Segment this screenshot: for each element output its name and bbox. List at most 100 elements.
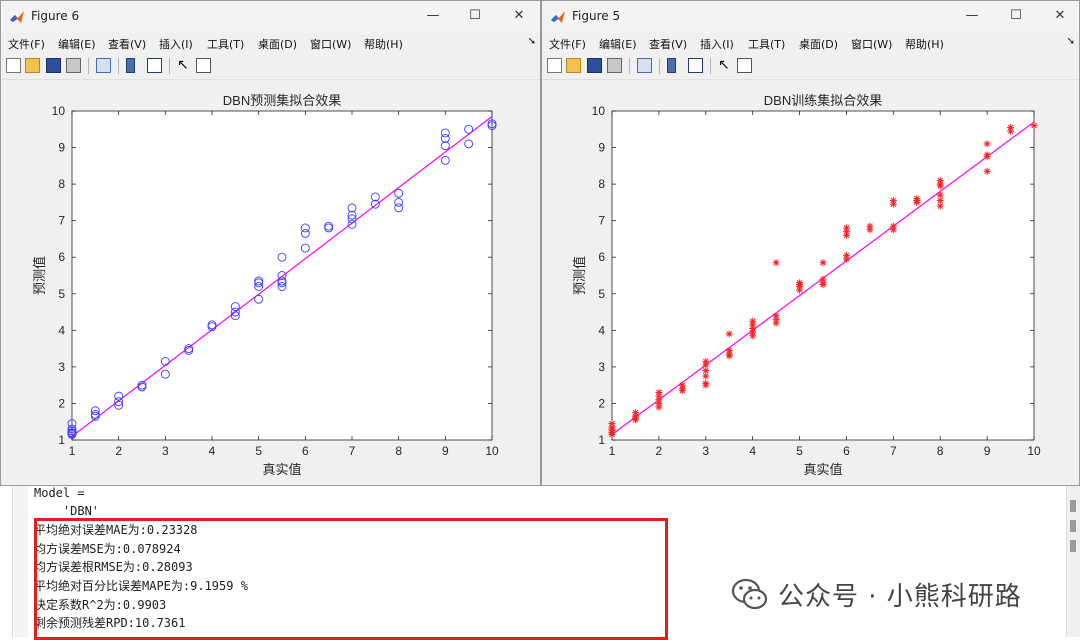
- save-icon[interactable]: [46, 58, 61, 73]
- legend-icon[interactable]: [688, 58, 703, 73]
- title-bar[interactable]: Figure 5 — ☐ ✕: [542, 1, 1079, 33]
- scrollbar-thumb[interactable]: [1070, 520, 1076, 532]
- x-tick-label: 9: [984, 444, 991, 458]
- x-tick-label: 10: [1027, 444, 1041, 458]
- matlab-logo-icon: [551, 11, 565, 23]
- print-icon[interactable]: [66, 58, 81, 73]
- menu-window[interactable]: 窗口(W): [851, 36, 892, 52]
- y-tick-label: 6: [598, 250, 605, 264]
- menu-edit[interactable]: 编辑(E): [599, 36, 637, 52]
- minimize-button[interactable]: —: [962, 7, 982, 25]
- window-title: Figure 6: [31, 9, 80, 23]
- y-tick-label: 7: [598, 214, 605, 228]
- menu-overflow-icon[interactable]: ➘: [1067, 36, 1075, 47]
- y-tick-label: 3: [58, 360, 65, 374]
- x-tick-label: 1: [69, 444, 76, 458]
- pointer-icon[interactable]: ↖: [177, 58, 192, 73]
- data-point: [1030, 122, 1038, 130]
- print-icon[interactable]: [607, 58, 622, 73]
- menu-insert[interactable]: 插入(I): [700, 36, 734, 52]
- menu-tools[interactable]: 工具(T): [207, 36, 244, 52]
- menu-insert[interactable]: 插入(I): [159, 36, 193, 52]
- toolbar-separator: [118, 58, 119, 74]
- close-button[interactable]: ✕: [1050, 7, 1070, 25]
- menu-tools[interactable]: 工具(T): [748, 36, 785, 52]
- figure-window-6[interactable]: Figure 6 — ☐ ✕ 文件(F) 编辑(E) 查看(V) 插入(I) 工…: [0, 0, 541, 486]
- link-plot-icon[interactable]: [96, 58, 111, 73]
- x-tick-label: 3: [162, 444, 169, 458]
- menu-window[interactable]: 窗口(W): [310, 36, 351, 52]
- x-tick-label: 9: [442, 444, 449, 458]
- y-tick-label: 2: [58, 396, 65, 410]
- y-axis-label: 预测值: [572, 256, 587, 295]
- matlab-logo-icon: [10, 11, 24, 23]
- command-window-gutter: [14, 480, 28, 637]
- y-tick-label: 5: [598, 287, 605, 301]
- maximize-button[interactable]: ☐: [465, 7, 485, 25]
- figure-window-5[interactable]: Figure 5 — ☐ ✕ 文件(F) 编辑(E) 查看(V) 插入(I) 工…: [541, 0, 1080, 486]
- menu-desktop[interactable]: 桌面(D): [799, 36, 838, 52]
- scrollbar-thumb[interactable]: [1070, 540, 1076, 552]
- link-plot-icon[interactable]: [637, 58, 652, 73]
- command-window-border: [12, 480, 13, 637]
- new-figure-icon[interactable]: [547, 58, 562, 73]
- colorbar-icon[interactable]: [126, 58, 135, 73]
- x-tick-label: 3: [702, 444, 709, 458]
- property-editor-icon[interactable]: [737, 58, 752, 73]
- toolbar-separator: [659, 58, 660, 74]
- y-tick-label: 8: [598, 177, 605, 191]
- window-title: Figure 5: [572, 9, 621, 23]
- x-tick-label: 6: [302, 444, 309, 458]
- menu-view[interactable]: 查看(V): [108, 36, 146, 52]
- menu-view[interactable]: 查看(V): [649, 36, 687, 52]
- pointer-icon[interactable]: ↖: [718, 58, 733, 73]
- menu-desktop[interactable]: 桌面(D): [258, 36, 297, 52]
- chart-title: DBN预测集拟合效果: [223, 93, 341, 108]
- menu-overflow-icon[interactable]: ➘: [528, 36, 536, 47]
- highlight-box: [34, 518, 668, 640]
- y-tick-label: 7: [58, 214, 65, 228]
- property-editor-icon[interactable]: [196, 58, 211, 73]
- x-tick-label: 4: [749, 444, 756, 458]
- colorbar-icon[interactable]: [667, 58, 676, 73]
- legend-icon[interactable]: [147, 58, 162, 73]
- y-axis-label: 预测值: [32, 256, 47, 295]
- y-tick-label: 10: [592, 104, 606, 118]
- toolbar: ↖: [542, 53, 1079, 80]
- toolbar-separator: [88, 58, 89, 74]
- plot-area: [611, 110, 1035, 441]
- maximize-button[interactable]: ☐: [1006, 7, 1026, 25]
- y-tick-label: 2: [598, 396, 605, 410]
- chart-title: DBN训练集拟合效果: [764, 93, 882, 108]
- open-file-icon[interactable]: [566, 58, 581, 73]
- y-tick-label: 6: [58, 250, 65, 264]
- y-tick-label: 4: [58, 323, 65, 337]
- watermark: 公众号 · 小熊科研路: [730, 572, 1022, 616]
- menu-help[interactable]: 帮助(H): [364, 36, 403, 52]
- toolbar: ↖: [1, 53, 540, 80]
- menu-help[interactable]: 帮助(H): [905, 36, 944, 52]
- close-button[interactable]: ✕: [509, 7, 529, 25]
- x-tick-label: 2: [656, 444, 663, 458]
- save-icon[interactable]: [587, 58, 602, 73]
- x-tick-label: 10: [485, 444, 499, 458]
- y-tick-label: 1: [598, 433, 605, 447]
- x-tick-label: 2: [115, 444, 122, 458]
- menu-file[interactable]: 文件(F): [549, 36, 586, 52]
- plot-area: [71, 110, 493, 441]
- x-axis-label: 真实值: [803, 462, 842, 477]
- title-bar[interactable]: Figure 6 — ☐ ✕: [1, 1, 540, 33]
- new-figure-icon[interactable]: [6, 58, 21, 73]
- minimize-button[interactable]: —: [423, 7, 443, 25]
- x-tick-label: 5: [255, 444, 262, 458]
- x-tick-label: 8: [395, 444, 402, 458]
- x-tick-label: 7: [890, 444, 897, 458]
- menu-bar: 文件(F) 编辑(E) 查看(V) 插入(I) 工具(T) 桌面(D) 窗口(W…: [542, 33, 1079, 53]
- x-tick-label: 1: [609, 444, 616, 458]
- menu-file[interactable]: 文件(F): [8, 36, 45, 52]
- scrollbar-thumb[interactable]: [1070, 500, 1076, 512]
- open-file-icon[interactable]: [25, 58, 40, 73]
- figure-area: 1 2 3 4 5 6 7 8 9 10 1 2 3 4 5 6 7 8 9 10 DBN预测集拟合效果 真实值 预测值: [1, 80, 540, 485]
- x-tick-label: 7: [349, 444, 356, 458]
- menu-edit[interactable]: 编辑(E): [58, 36, 96, 52]
